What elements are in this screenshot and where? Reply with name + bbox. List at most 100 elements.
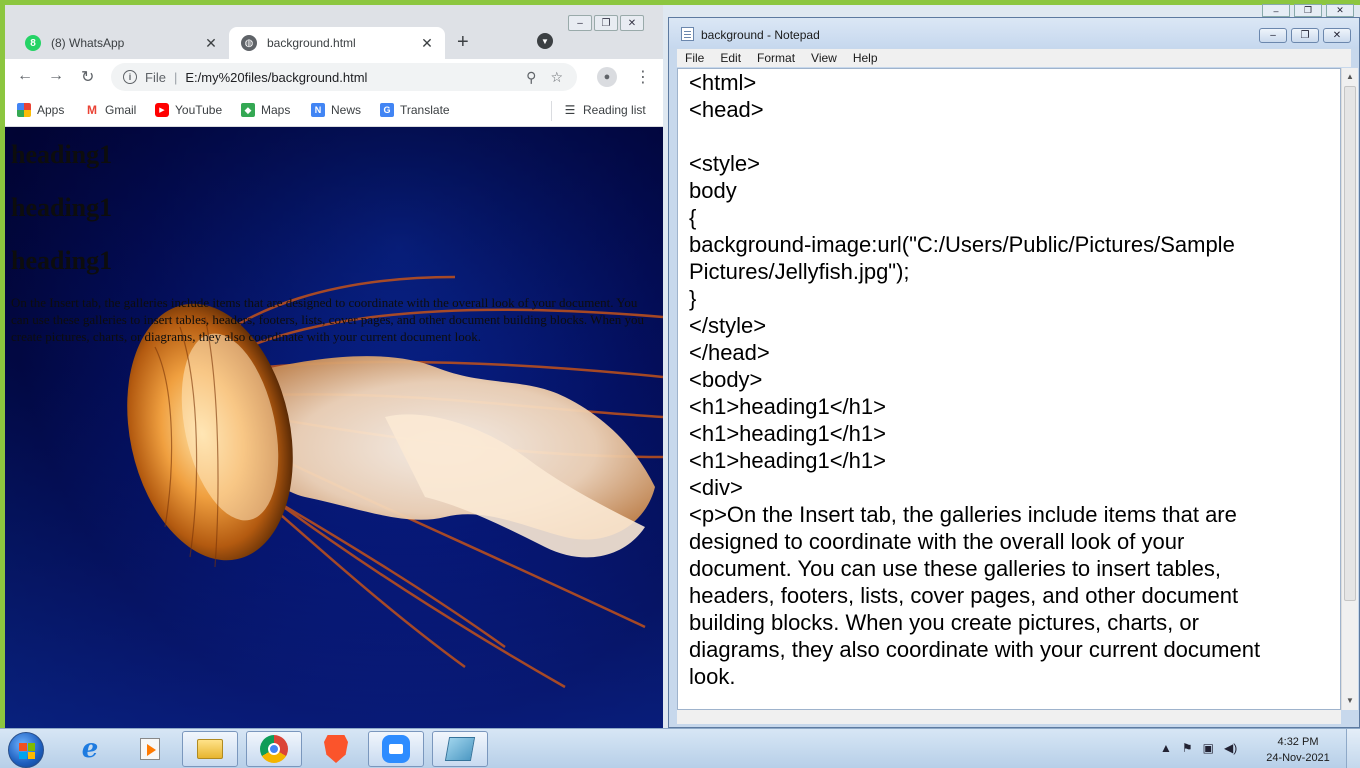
forward-button[interactable]: → xyxy=(48,67,64,85)
code-line: <h1>heading1</h1> xyxy=(689,394,886,419)
folder-icon xyxy=(197,739,223,759)
bookmark-apps[interactable]: Apps xyxy=(17,103,64,117)
reading-list-icon: ☰ xyxy=(564,103,576,117)
bookmarks-bar: Apps M Gmail ▶ YouTube ◆ Maps N News G T… xyxy=(5,95,663,127)
chrome-minimize-button[interactable]: – xyxy=(568,15,592,31)
menu-help[interactable]: Help xyxy=(845,49,886,67)
notepad-vertical-scrollbar[interactable]: ▲ ▼ xyxy=(1341,68,1358,710)
globe-icon: ◍ xyxy=(241,35,257,51)
bookmark-label: Reading list xyxy=(583,103,646,117)
whatsapp-icon: 8 xyxy=(25,35,41,51)
back-button[interactable]: ← xyxy=(17,67,33,85)
menu-view[interactable]: View xyxy=(803,49,845,67)
notepad-maximize-button[interactable]: ❐ xyxy=(1291,28,1319,43)
notepad-title-bar[interactable]: background - Notepad – ❐ ✕ xyxy=(669,18,1359,48)
info-icon[interactable]: i xyxy=(123,70,137,84)
network-icon[interactable]: ▣ xyxy=(1203,741,1214,755)
bookmark-star-icon[interactable]: ☆ xyxy=(550,69,563,86)
media-player-icon xyxy=(140,738,160,760)
bookmark-gmail[interactable]: M Gmail xyxy=(85,103,136,117)
tab-background-html[interactable]: ◍ background.html ✕ xyxy=(229,27,445,59)
reload-button[interactable]: ↻ xyxy=(81,67,94,87)
apps-grid-icon xyxy=(17,103,31,117)
close-icon[interactable]: ✕ xyxy=(417,35,437,52)
bookmark-maps[interactable]: ◆ Maps xyxy=(241,103,290,117)
volume-icon[interactable]: ◀) xyxy=(1224,741,1237,755)
code-line: <html> xyxy=(689,70,757,95)
show-desktop-button[interactable] xyxy=(1346,729,1360,768)
code-line: document. You can use these galleries to… xyxy=(689,556,1222,581)
show-hidden-icons-icon[interactable]: ▲ xyxy=(1160,741,1172,755)
bookmark-reading-list[interactable]: ☰ Reading list xyxy=(563,103,646,117)
taskbar-brave[interactable] xyxy=(308,731,364,767)
outer-close-button[interactable]: ✕ xyxy=(1326,4,1354,17)
close-icon[interactable]: ✕ xyxy=(201,35,221,52)
scroll-up-icon[interactable]: ▲ xyxy=(1346,72,1354,81)
taskbar-notepad[interactable] xyxy=(432,731,488,767)
outer-maximize-button[interactable]: ❐ xyxy=(1294,4,1322,17)
start-button[interactable] xyxy=(8,732,44,768)
clock-date: 24-Nov-2021 xyxy=(1266,752,1330,764)
clock-time: 4:32 PM xyxy=(1277,736,1319,748)
chrome-maximize-button[interactable]: ❐ xyxy=(594,15,618,31)
tab-title: (8) WhatsApp xyxy=(51,36,125,50)
scrollbar-thumb[interactable] xyxy=(1344,86,1356,601)
code-line: background-image:url("C:/Users/Public/Pi… xyxy=(689,232,1235,257)
bookmark-youtube[interactable]: ▶ YouTube xyxy=(155,103,222,117)
notepad-icon xyxy=(681,27,694,41)
youtube-icon: ▶ xyxy=(155,103,169,117)
chrome-window-controls: – ❐ ✕ xyxy=(568,15,644,31)
url-text[interactable]: E:/my%20files/background.html xyxy=(185,70,526,85)
clock[interactable]: 4:32 PM 24-Nov-2021 xyxy=(1258,734,1338,766)
notepad-close-button[interactable]: ✕ xyxy=(1323,28,1351,43)
code-line: building blocks. When you create picture… xyxy=(689,610,1199,635)
profile-icon[interactable]: ● xyxy=(597,67,617,87)
notepad-window-controls: – ❐ ✕ xyxy=(1259,28,1351,43)
menu-edit[interactable]: Edit xyxy=(712,49,749,67)
taskbar-chrome[interactable] xyxy=(246,731,302,767)
tab-strip: – ❐ ✕ 8 (8) WhatsApp ✕ ◍ background.html… xyxy=(5,5,663,59)
page-paragraph: On the Insert tab, the galleries include… xyxy=(11,295,644,344)
action-center-flag-icon[interactable]: ⚑ xyxy=(1182,741,1193,755)
scroll-down-icon[interactable]: ▼ xyxy=(1346,696,1354,705)
code-line: <head> xyxy=(689,97,764,122)
chrome-close-button[interactable]: ✕ xyxy=(620,15,644,31)
outer-minimize-button[interactable]: – xyxy=(1262,4,1290,17)
maps-icon: ◆ xyxy=(241,103,255,117)
notepad-icon xyxy=(444,737,476,761)
bookmark-label: Gmail xyxy=(105,103,137,117)
code-line: diagrams, they also coordinate with your… xyxy=(689,637,1261,662)
taskbar-media-player[interactable] xyxy=(122,731,178,767)
code-line: } xyxy=(689,286,697,311)
bookmark-translate[interactable]: G Translate xyxy=(380,103,450,117)
code-line: Pictures/Jellyfish.jpg"); xyxy=(689,259,910,284)
menu-format[interactable]: Format xyxy=(749,49,803,67)
zoom-icon[interactable]: ⚲ xyxy=(526,69,536,86)
tab-whatsapp[interactable]: 8 (8) WhatsApp ✕ xyxy=(13,27,229,59)
menu-icon[interactable]: ⋮ xyxy=(635,67,651,87)
chrome-icon xyxy=(260,735,288,763)
tab-search-icon[interactable]: ▼ xyxy=(537,33,553,49)
code-line: <style> xyxy=(689,151,760,176)
code-line: body xyxy=(689,178,737,203)
code-line: <h1>heading1</h1> xyxy=(689,448,886,473)
code-line: <body> xyxy=(689,367,763,392)
taskbar-internet-explorer[interactable]: e xyxy=(62,731,118,767)
bookmark-label: Maps xyxy=(261,103,291,117)
windows-logo-icon xyxy=(19,743,35,759)
notepad-title: background - Notepad xyxy=(701,28,820,42)
code-line: headers, footers, lists, cover pages, an… xyxy=(689,583,1239,608)
bookmark-label: News xyxy=(331,103,362,117)
new-tab-button[interactable]: + xyxy=(457,31,469,54)
code-line: </head> xyxy=(689,340,770,365)
taskbar-zoom[interactable] xyxy=(368,731,424,767)
notepad-text-area[interactable]: <html> <head> <style> body { background-… xyxy=(677,68,1341,710)
notepad-menu-bar: File Edit Format View Help xyxy=(677,49,1351,67)
address-bar[interactable]: i File | E:/my%20files/background.html ⚲… xyxy=(111,63,577,91)
notepad-minimize-button[interactable]: – xyxy=(1259,28,1287,43)
notepad-window: background - Notepad – ❐ ✕ File Edit For… xyxy=(668,17,1360,728)
taskbar-file-explorer[interactable] xyxy=(182,731,238,767)
bookmark-news[interactable]: N News xyxy=(311,103,361,117)
menu-file[interactable]: File xyxy=(677,49,712,67)
